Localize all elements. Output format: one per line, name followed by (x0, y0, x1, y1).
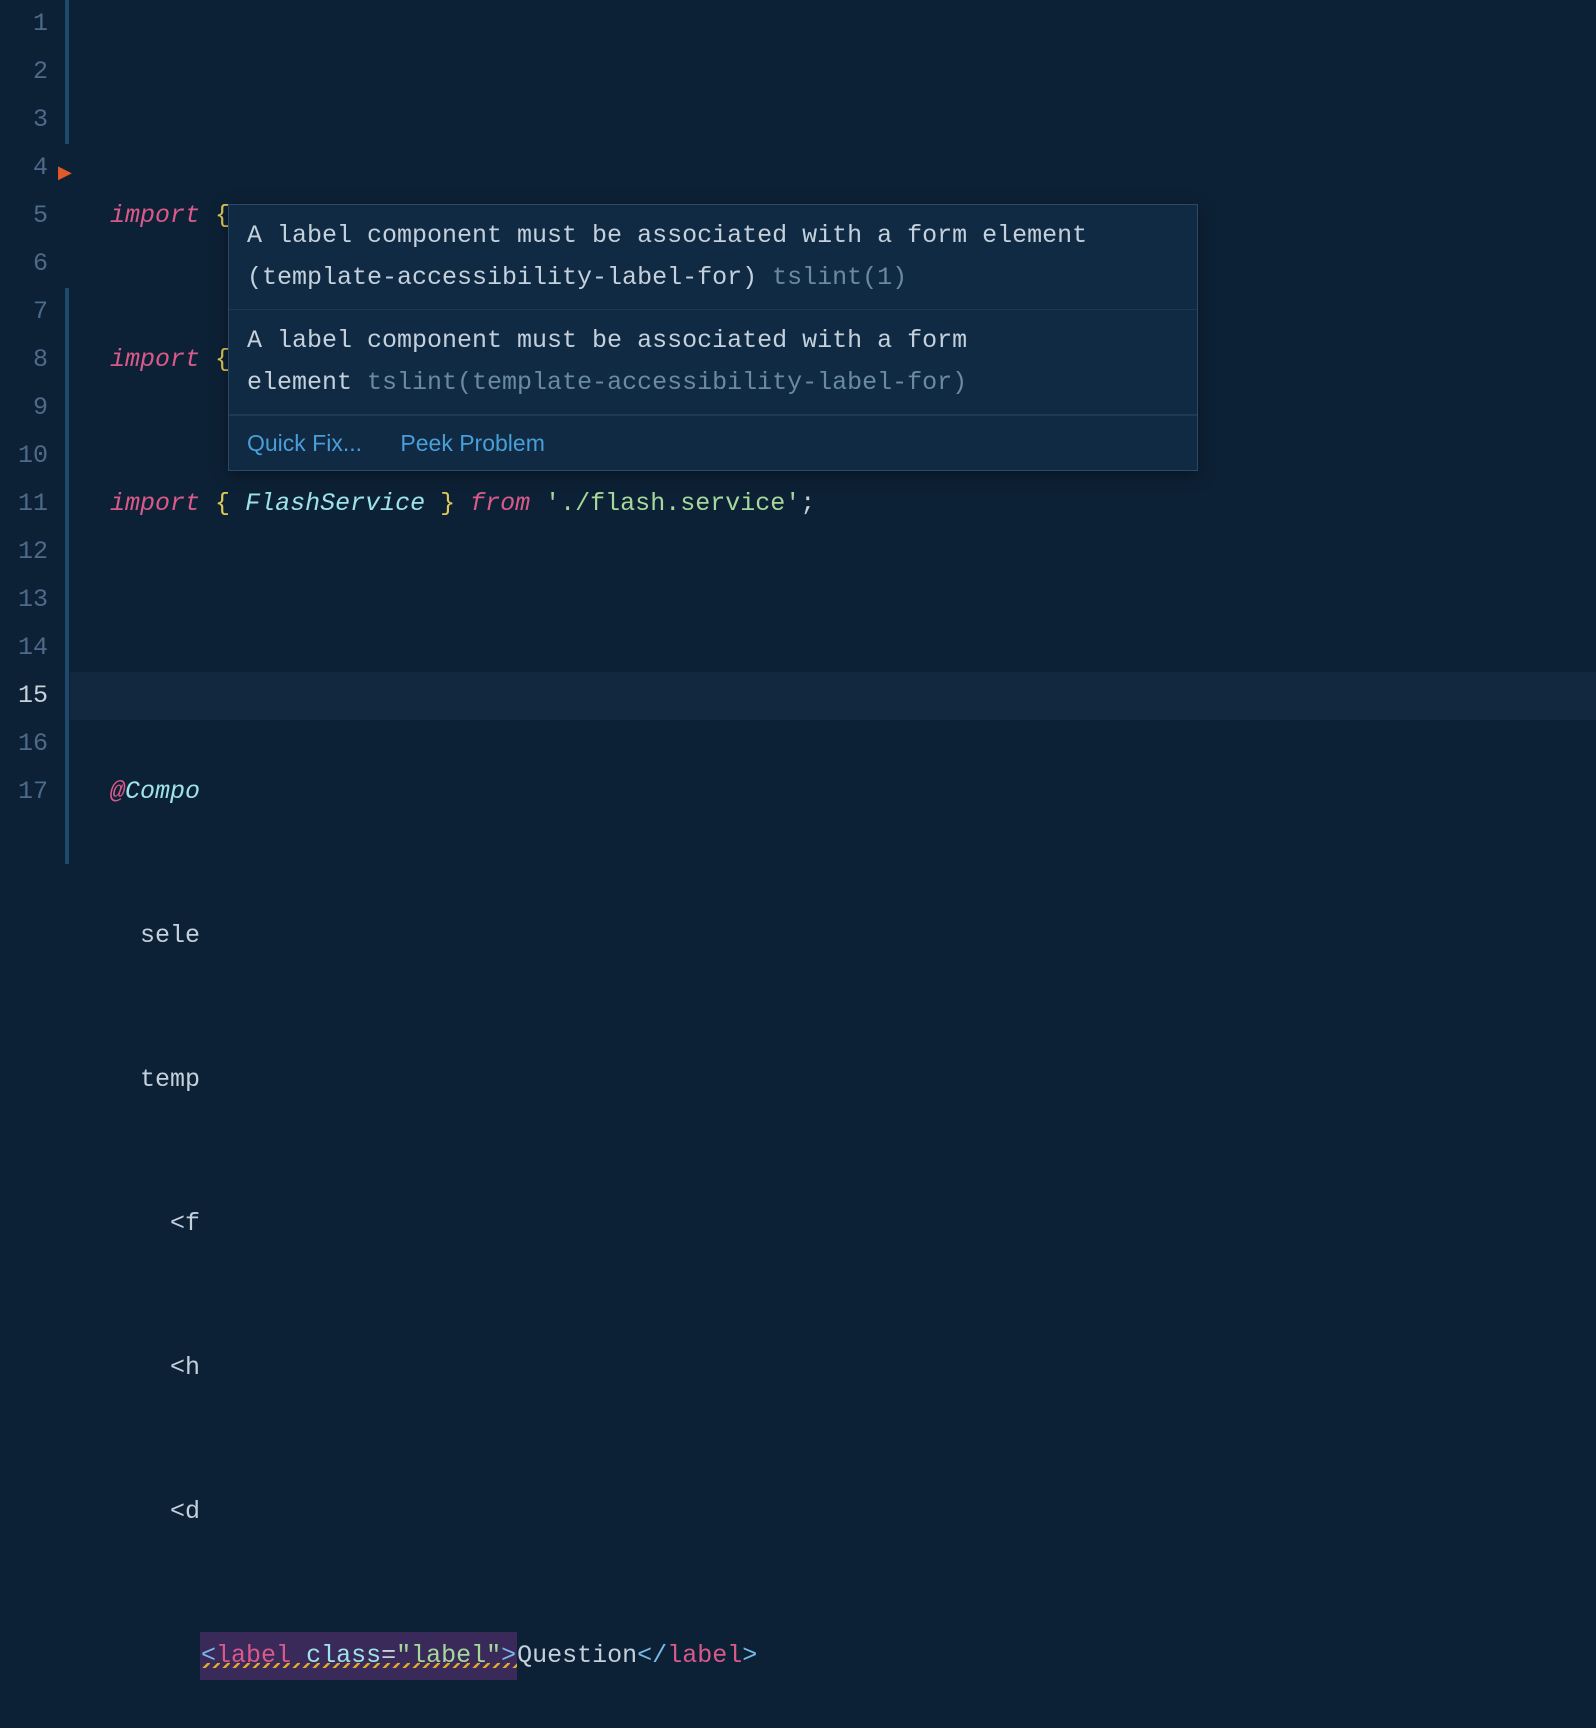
quick-fix-button[interactable]: Quick Fix... (247, 430, 362, 456)
code-line[interactable]: sele (110, 912, 1596, 960)
line-number: 12 (0, 528, 62, 576)
line-number: 4 (0, 144, 62, 192)
line-number: 14 (0, 624, 62, 672)
code-line[interactable]: <label class="label">Question</label> (110, 1632, 1596, 1680)
diagnostic-actions: Quick Fix... Peek Problem (229, 415, 1197, 470)
code-line[interactable]: <h (110, 1344, 1596, 1392)
line-number-current: 15 (0, 672, 62, 720)
code-line[interactable]: <d (110, 1488, 1596, 1536)
line-number: 5 (0, 192, 62, 240)
line-number: 9 (0, 384, 62, 432)
line-number: 3 (0, 96, 62, 144)
diagnostic-message: A label component must be associated wit… (229, 310, 1197, 415)
code-line[interactable] (110, 624, 1596, 672)
line-number: 8 (0, 336, 62, 384)
line-number: 10 (0, 432, 62, 480)
line-number: 2 (0, 48, 62, 96)
code-line[interactable]: import { FlashService } from './flash.se… (110, 480, 1596, 528)
line-number: 1 (0, 0, 62, 48)
code-line[interactable]: temp (110, 1056, 1596, 1104)
line-number: 6 (0, 240, 62, 288)
code-line[interactable]: @Compo (110, 768, 1596, 816)
line-number: 13 (0, 576, 62, 624)
diagnostic-message: A label component must be associated wit… (229, 205, 1197, 310)
diagnostic-source: tslint(1) (772, 263, 907, 292)
code-line[interactable]: <f (110, 1200, 1596, 1248)
diagnostic-source: tslint(template-accessibility-label-for) (367, 368, 967, 397)
peek-problem-button[interactable]: Peek Problem (400, 430, 544, 456)
line-number-gutter: ▶ 1 2 3 4 5 6 7 8 9 10 11 12 13 14 15 16… (0, 0, 70, 864)
diagnostic-hover-tooltip: A label component must be associated wit… (228, 204, 1198, 471)
line-number: 11 (0, 480, 62, 528)
line-number: 7 (0, 288, 62, 336)
line-number: 16 (0, 720, 62, 768)
line-number: 17 (0, 768, 62, 816)
